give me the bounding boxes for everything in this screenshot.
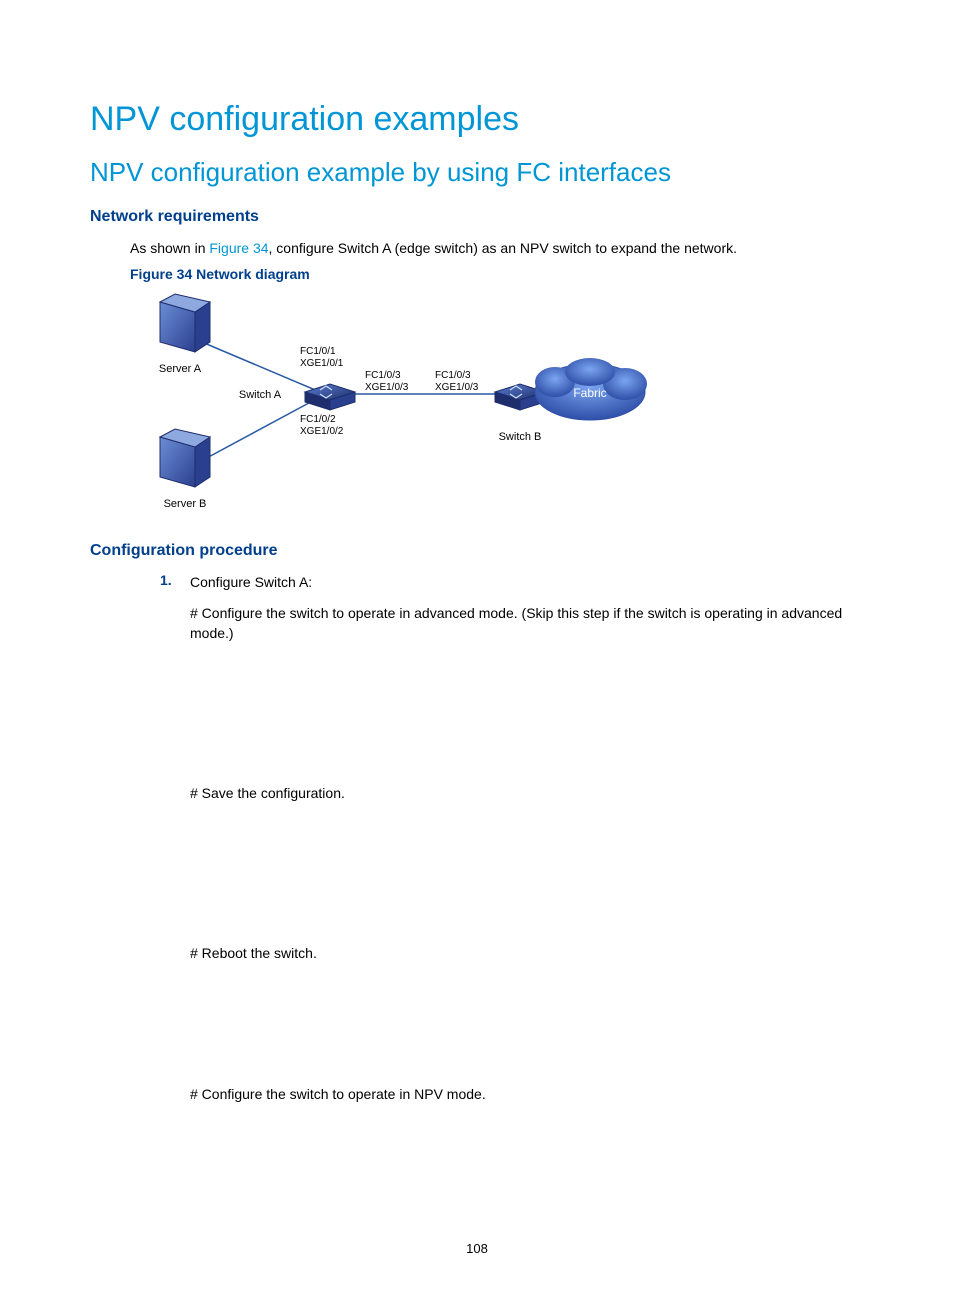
- step-1-p3: # Reboot the switch.: [190, 943, 864, 963]
- switch-a-label: Switch A: [239, 389, 282, 401]
- server-a-label: Server A: [159, 363, 202, 375]
- fabric-label: Fabric: [573, 386, 606, 400]
- requirements-paragraph: As shown in Figure 34, configure Switch …: [130, 238, 864, 258]
- port-xge103-b: XGE1/0/3: [435, 382, 479, 393]
- step-1-body: Configure Switch A: # Configure the swit…: [190, 572, 864, 1114]
- port-fc101: FC1/0/1: [300, 346, 336, 357]
- port-fc102: FC1/0/2: [300, 414, 336, 425]
- figure-34-link[interactable]: Figure 34: [209, 240, 268, 256]
- step-1-title: Configure Switch A:: [190, 572, 864, 592]
- heading-2: NPV configuration example by using FC in…: [90, 157, 864, 188]
- port-xge103-a: XGE1/0/3: [365, 382, 409, 393]
- port-fc103-b: FC1/0/3: [435, 370, 471, 381]
- step-1-p1: # Configure the switch to operate in adv…: [190, 603, 864, 644]
- page: NPV configuration examples NPV configura…: [0, 0, 954, 1296]
- port-fc103-a: FC1/0/3: [365, 370, 401, 381]
- figure-caption: Figure 34 Network diagram: [130, 266, 864, 282]
- heading-network-requirements: Network requirements: [90, 208, 864, 226]
- network-diagram: Server A Server B Switch A Switch B: [130, 292, 660, 517]
- server-b-icon: [160, 429, 210, 487]
- switch-b-label: Switch B: [499, 431, 542, 443]
- server-b-label: Server B: [164, 498, 207, 510]
- heading-configuration-procedure: Configuration procedure: [90, 542, 864, 560]
- heading-1: NPV configuration examples: [90, 100, 864, 139]
- step-1-number: 1.: [160, 572, 190, 1114]
- step-1-p4: # Configure the switch to operate in NPV…: [190, 1084, 864, 1104]
- step-1: 1. Configure Switch A: # Configure the s…: [160, 572, 864, 1114]
- port-xge102: XGE1/0/2: [300, 426, 344, 437]
- step-1-p2: # Save the configuration.: [190, 783, 864, 803]
- server-a-icon: [160, 294, 210, 352]
- req-text-pre: As shown in: [130, 240, 209, 256]
- page-number: 108: [0, 1241, 954, 1256]
- switch-a-icon: [305, 384, 355, 410]
- port-xge101: XGE1/0/1: [300, 358, 344, 369]
- req-text-post: , configure Switch A (edge switch) as an…: [269, 240, 737, 256]
